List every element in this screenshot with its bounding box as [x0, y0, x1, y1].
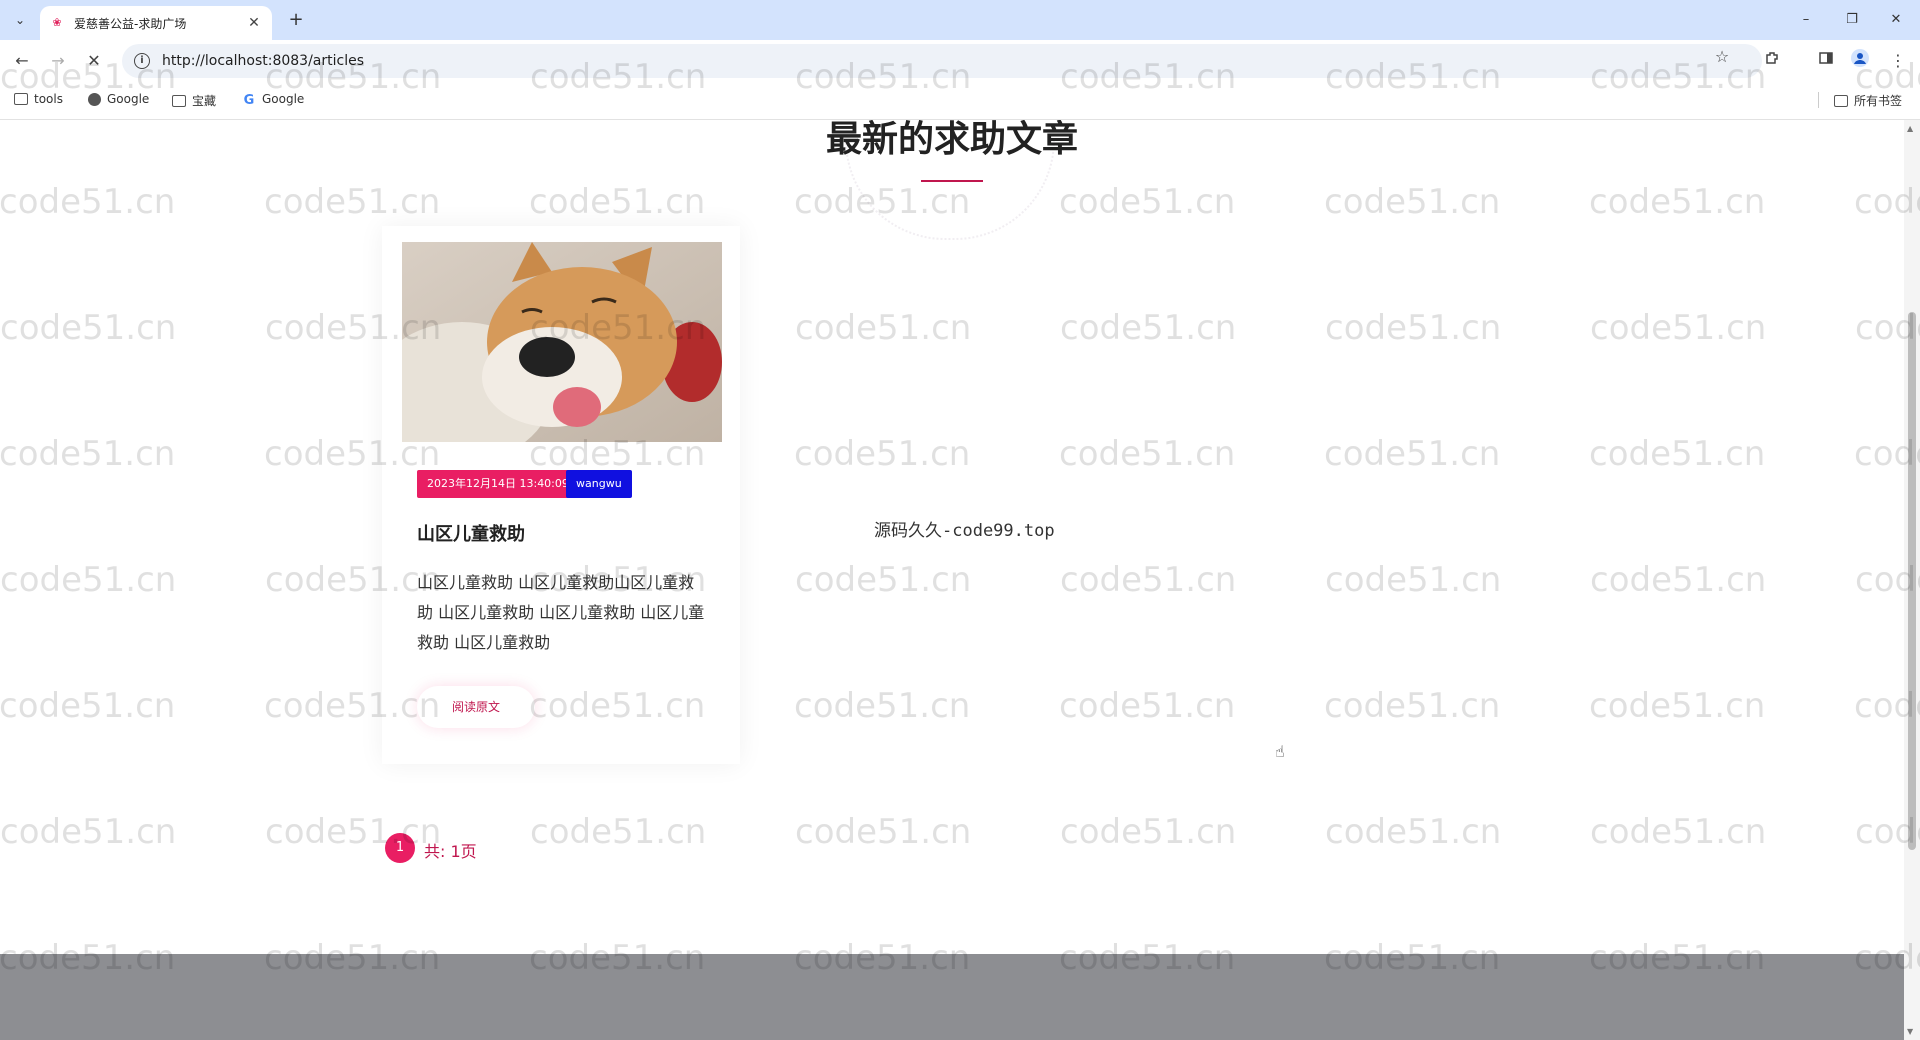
minimize-button[interactable]: –: [1786, 8, 1826, 32]
read-original-button[interactable]: 阅读原文: [417, 686, 535, 728]
page-scrollbar[interactable]: ▲ ▼: [1904, 120, 1920, 1040]
bookmark-label: Google: [262, 92, 305, 106]
globe-icon: [88, 92, 101, 106]
profile-avatar-icon[interactable]: [1848, 49, 1872, 73]
source-site-text: 源码久久-code99.top: [874, 521, 1055, 541]
tab-search-icon[interactable]: ⌄: [8, 8, 32, 32]
close-window-button[interactable]: ✕: [1876, 8, 1916, 32]
folder-icon: [1834, 94, 1848, 107]
menu-kebab-icon[interactable]: ⋮: [1886, 49, 1910, 73]
page-footer: [0, 954, 1904, 1040]
article-author-badge[interactable]: wangwu: [566, 470, 632, 498]
bookmark-google[interactable]: Google: [88, 92, 149, 106]
folder-icon: [14, 93, 28, 105]
bookmark-treasure[interactable]: 宝藏: [172, 92, 216, 109]
article-date-badge: 2023年12月14日 13:40:09: [417, 470, 579, 498]
back-button[interactable]: ←: [10, 49, 34, 73]
browser-tab[interactable]: ❀ 爱慈善公益-求助广场 ✕: [40, 6, 272, 40]
scroll-up-arrow-icon[interactable]: ▲: [1907, 124, 1913, 133]
stop-loading-button[interactable]: ✕: [82, 49, 106, 73]
browser-tab-bar: ⌄ ❀ 爱慈善公益-求助广场 ✕ + – ❐ ✕: [0, 0, 1920, 40]
page-content: 最新的求助文章: [0, 120, 1904, 1040]
new-tab-button[interactable]: +: [284, 8, 308, 32]
hand-cursor-icon: ☝: [1275, 742, 1285, 761]
bookmarks-divider: [1818, 92, 1819, 108]
address-bar[interactable]: i http://localhost:8083/articles: [122, 44, 1762, 78]
bookmark-tools[interactable]: tools: [14, 92, 63, 106]
bookmark-label: 宝藏: [192, 94, 217, 108]
bookmark-label: tools: [34, 92, 63, 106]
side-panel-icon[interactable]: [1814, 49, 1838, 73]
folder-icon: [172, 94, 186, 107]
url-text[interactable]: http://localhost:8083/articles: [162, 53, 364, 69]
pagination-total: 共: 1页: [424, 842, 477, 861]
forward-button[interactable]: →: [46, 49, 70, 73]
scroll-down-arrow-icon[interactable]: ▼: [1907, 1027, 1913, 1036]
article-image[interactable]: [402, 242, 722, 442]
tab-close-icon[interactable]: ✕: [246, 15, 262, 31]
scrollbar-thumb[interactable]: [1908, 312, 1916, 850]
title-underline: [921, 180, 983, 182]
article-excerpt: 山区儿童救助 山区儿童救助山区儿童救助 山区儿童救助 山区儿童救助 山区儿童救助…: [417, 573, 705, 652]
pagination-page-1[interactable]: 1: [385, 833, 415, 863]
tab-favicon-icon: ❀: [52, 16, 62, 29]
bookmark-star-icon[interactable]: ☆: [1710, 45, 1734, 69]
browser-toolbar: ← → ✕ i http://localhost:8083/articles ☆…: [0, 40, 1920, 82]
all-bookmarks[interactable]: 所有书签: [1834, 92, 1902, 109]
google-g-icon: G: [243, 93, 255, 108]
bookmark-google-2[interactable]: G Google: [242, 92, 305, 108]
site-info-icon[interactable]: i: [134, 53, 150, 69]
bookmarks-bar: tools Google 宝藏 G Google 所有书签: [0, 82, 1920, 120]
section-title: 最新的求助文章: [825, 120, 1078, 160]
article-title[interactable]: 山区儿童救助: [417, 520, 525, 546]
extensions-icon[interactable]: [1760, 49, 1784, 73]
restore-button[interactable]: ❐: [1832, 8, 1872, 32]
bookmark-label: Google: [107, 92, 150, 106]
tab-title: 爱慈善公益-求助广场: [74, 16, 187, 31]
bookmark-label: 所有书签: [1854, 94, 1903, 108]
